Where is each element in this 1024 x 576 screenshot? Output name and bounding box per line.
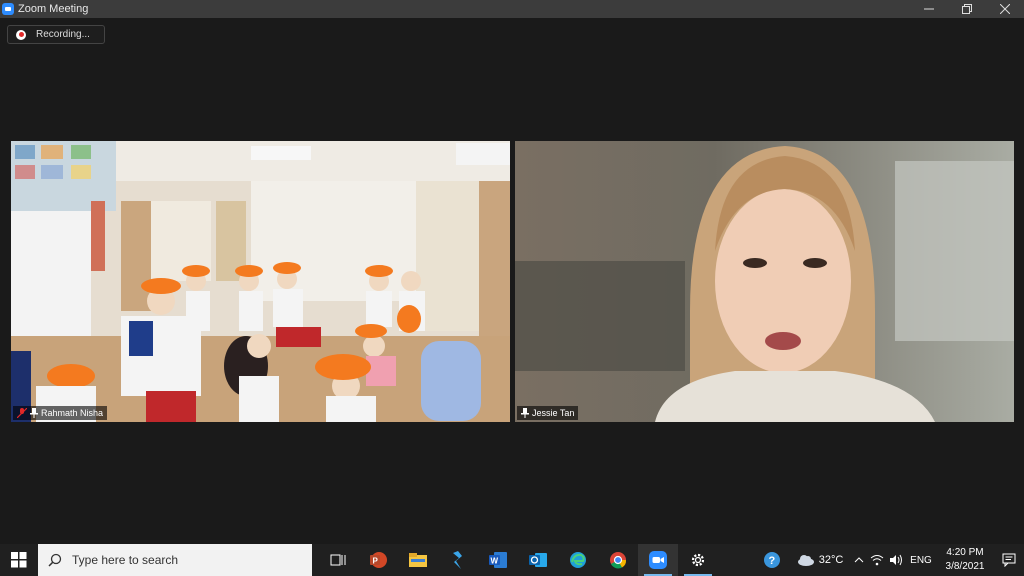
volume-button[interactable] bbox=[886, 544, 906, 576]
record-icon bbox=[16, 29, 26, 40]
close-icon bbox=[1000, 4, 1010, 14]
participant-name: Jessie Tan bbox=[532, 408, 575, 418]
minimize-icon bbox=[924, 8, 934, 10]
wifi-icon bbox=[870, 555, 884, 566]
outlook-icon bbox=[529, 553, 547, 567]
participant-label-rahmath: Rahmath Nisha bbox=[13, 406, 108, 420]
task-view-button[interactable] bbox=[318, 544, 358, 576]
window-title: Zoom Meeting bbox=[18, 3, 89, 15]
weather-widget[interactable]: 32°C bbox=[790, 544, 850, 576]
show-hidden-icons-button[interactable] bbox=[850, 544, 868, 576]
pin-icon bbox=[30, 408, 38, 418]
restore-icon bbox=[962, 4, 972, 14]
speaker-icon bbox=[890, 554, 902, 566]
chevron-up-icon bbox=[854, 557, 864, 563]
network-button[interactable] bbox=[868, 544, 886, 576]
svg-text:?: ? bbox=[769, 555, 776, 567]
visual-studio-icon bbox=[453, 551, 462, 569]
zoom-logo-icon bbox=[2, 3, 14, 15]
window-titlebar: Zoom Meeting bbox=[0, 0, 1024, 18]
powerpoint-button[interactable]: P bbox=[358, 544, 398, 576]
chrome-button[interactable] bbox=[598, 544, 638, 576]
zoom-button[interactable] bbox=[638, 544, 678, 576]
participant-name: Rahmath Nisha bbox=[41, 408, 104, 418]
search-placeholder: Type here to search bbox=[72, 553, 179, 567]
clock[interactable]: 4:20 PM 3/8/2021 bbox=[936, 546, 994, 574]
svg-text:W: W bbox=[491, 557, 499, 566]
powerpoint-icon: P bbox=[370, 552, 387, 568]
recording-label: Recording... bbox=[36, 29, 90, 40]
search-icon bbox=[48, 553, 62, 567]
word-icon: W bbox=[489, 552, 507, 568]
start-button[interactable] bbox=[0, 544, 38, 576]
settings-button[interactable] bbox=[678, 544, 718, 576]
edge-button[interactable] bbox=[558, 544, 598, 576]
file-explorer-icon bbox=[409, 553, 427, 567]
edge-icon bbox=[570, 552, 586, 568]
system-tray: ? 32°C ENG 4:20 PM 3/8/2021 bbox=[754, 544, 1024, 576]
settings-icon bbox=[691, 553, 705, 567]
task-view-icon bbox=[330, 554, 346, 566]
notifications-button[interactable] bbox=[994, 544, 1024, 576]
notification-icon bbox=[1002, 553, 1016, 567]
restore-button[interactable] bbox=[948, 0, 986, 18]
svg-text:P: P bbox=[373, 557, 379, 566]
language-button[interactable]: ENG bbox=[906, 544, 936, 576]
video-tile-rahmath[interactable]: Rahmath Nisha bbox=[11, 141, 510, 422]
visual-studio-button[interactable] bbox=[438, 544, 478, 576]
zoom-icon bbox=[649, 551, 667, 569]
speaker-video bbox=[515, 141, 1014, 422]
participant-label-jessie: Jessie Tan bbox=[517, 406, 579, 420]
outlook-button[interactable] bbox=[518, 544, 558, 576]
help-icon: ? bbox=[764, 552, 780, 568]
classroom-video bbox=[11, 141, 510, 422]
taskbar: Type here to search P W ? 32°C ENG 4:20 … bbox=[0, 544, 1024, 576]
muted-mic-icon bbox=[17, 408, 27, 418]
help-button[interactable]: ? bbox=[754, 544, 790, 576]
windows-logo-icon bbox=[11, 552, 27, 568]
clock-time: 4:20 PM bbox=[946, 547, 984, 558]
word-button[interactable]: W bbox=[478, 544, 518, 576]
video-tile-jessie[interactable]: Jessie Tan bbox=[515, 141, 1014, 422]
file-explorer-button[interactable] bbox=[398, 544, 438, 576]
recording-indicator[interactable]: Recording... bbox=[7, 25, 105, 44]
clock-date: 3/8/2021 bbox=[945, 561, 985, 572]
chrome-icon bbox=[610, 552, 627, 569]
language-label: ENG bbox=[910, 554, 932, 566]
taskbar-search[interactable]: Type here to search bbox=[38, 544, 312, 576]
cloud-icon bbox=[797, 555, 814, 566]
minimize-button[interactable] bbox=[910, 0, 948, 18]
pin-icon bbox=[521, 408, 529, 418]
close-button[interactable] bbox=[986, 0, 1024, 18]
weather-temp: 32°C bbox=[818, 554, 844, 566]
meeting-area: Recording... Rahmath Nisha Jessie Tan bbox=[0, 18, 1024, 544]
